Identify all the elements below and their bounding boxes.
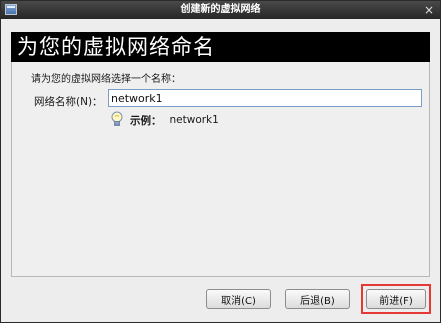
window-title: 创建新的虚拟网络: [180, 4, 261, 15]
window-icon: [5, 4, 17, 15]
back-button[interactable]: 后退(B): [285, 289, 350, 309]
example-label: 示例：: [130, 114, 162, 127]
example-hint: 示例： network1: [110, 111, 219, 129]
instruction-text: 请为您的虚拟网络选择一个名称：: [31, 74, 181, 85]
dialog-window: 创建新的虚拟网络 × 为您的虚拟网络命名 请为您的虚拟网络选择一个名称： 网络名…: [0, 0, 441, 323]
lightbulb-icon: [110, 111, 130, 130]
close-button[interactable]: ×: [424, 1, 434, 19]
content-panel: 请为您的虚拟网络选择一个名称： 网络名称(N)： 示例： network1: [11, 62, 430, 277]
network-name-input[interactable]: [108, 89, 422, 107]
page-heading: 为您的虚拟网络命名: [11, 32, 430, 62]
title-bar[interactable]: 创建新的虚拟网络 ×: [1, 1, 440, 19]
cancel-button[interactable]: 取消(C): [206, 289, 271, 309]
example-value: network1: [169, 114, 219, 126]
forward-button[interactable]: 前进(F): [366, 289, 426, 309]
network-name-label: 网络名称(N)：: [34, 96, 103, 108]
